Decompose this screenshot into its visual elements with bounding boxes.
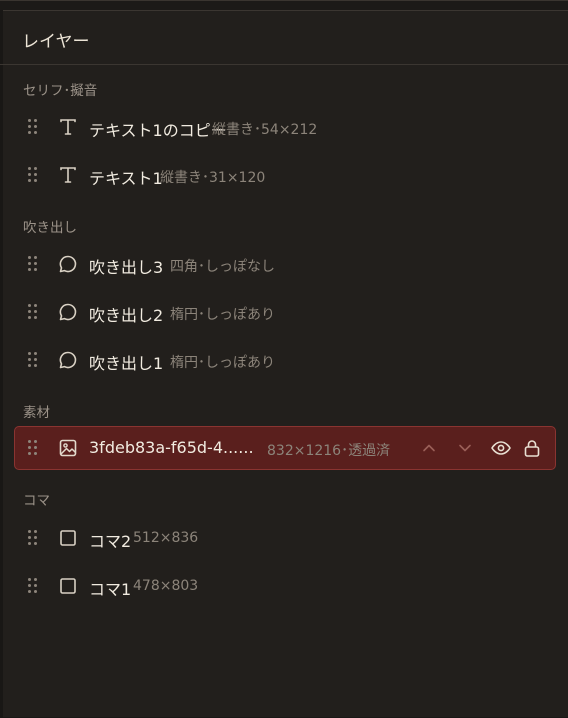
- layer-row-panel-2[interactable]: コマ2 512×836: [14, 516, 556, 560]
- speech-bubble-icon: [58, 302, 78, 322]
- layer-row-material-selected[interactable]: 3fdeb83a-f65d-4...... 832×1216･透過済: [14, 426, 556, 470]
- drag-handle-icon[interactable]: [28, 440, 38, 456]
- section-label-balloon: 吹き出し: [23, 220, 77, 236]
- drag-handle-icon[interactable]: [28, 352, 38, 368]
- layer-meta: 楕円･しっぽあり: [170, 355, 275, 371]
- layer-row-text[interactable]: テキスト1 縦書き･31×120: [14, 153, 556, 197]
- layers-panel: レイヤー セリフ･擬音 テキスト1のコピー 縦書き･54×212 テキスト1 縦…: [0, 0, 568, 718]
- square-icon: [58, 528, 78, 548]
- section-label-serif: セリフ･擬音: [23, 83, 98, 99]
- layer-meta: 楕円･しっぽあり: [170, 307, 275, 323]
- top-strip: [0, 1, 568, 11]
- speech-bubble-icon: [58, 350, 78, 370]
- drag-handle-icon[interactable]: [28, 167, 38, 183]
- text-icon: [58, 117, 78, 137]
- drag-handle-icon[interactable]: [28, 256, 38, 272]
- visibility-eye-icon[interactable]: [490, 437, 512, 459]
- layer-row-text-copy[interactable]: テキスト1のコピー 縦書き･54×212: [14, 105, 556, 149]
- layer-meta: 478×803: [133, 578, 199, 594]
- drag-handle-icon[interactable]: [28, 530, 38, 546]
- layer-row-balloon-2[interactable]: 吹き出し2 楕円･しっぽあり: [14, 290, 556, 334]
- speech-bubble-icon: [58, 254, 78, 274]
- drag-handle-icon[interactable]: [28, 119, 38, 135]
- drag-handle-icon[interactable]: [28, 304, 38, 320]
- layer-meta: 縦書き･31×120: [160, 170, 266, 186]
- layer-name: 吹き出し3: [89, 258, 164, 277]
- panel-header: レイヤー: [0, 11, 568, 65]
- layer-name: 吹き出し2: [89, 306, 164, 325]
- layer-name: テキスト1のコピー: [89, 121, 227, 140]
- layer-row-balloon-3[interactable]: 吹き出し3 四角･しっぽなし: [14, 242, 556, 286]
- text-icon: [58, 165, 78, 185]
- move-down-icon[interactable]: [454, 437, 476, 459]
- drag-handle-icon[interactable]: [28, 578, 38, 594]
- layer-name: コマ2: [89, 532, 132, 551]
- layer-meta: 512×836: [133, 530, 199, 546]
- layer-meta: 四角･しっぽなし: [170, 259, 275, 275]
- layer-name: 3fdeb83a-f65d-4......: [89, 438, 254, 457]
- section-label-panels: コマ: [23, 493, 50, 509]
- panel-edge: [0, 10, 3, 718]
- square-icon: [58, 576, 78, 596]
- layer-name: コマ1: [89, 580, 132, 599]
- image-icon: [58, 438, 78, 458]
- layer-row-balloon-1[interactable]: 吹き出し1 楕円･しっぽあり: [14, 338, 556, 382]
- panel-title: レイヤー: [22, 32, 90, 52]
- section-label-material: 素材: [23, 405, 50, 421]
- layer-name: テキスト1: [89, 169, 163, 188]
- layer-name: 吹き出し1: [89, 354, 164, 373]
- layer-meta: 縦書き･54×212: [212, 122, 318, 138]
- lock-icon[interactable]: [521, 437, 543, 459]
- move-up-icon[interactable]: [418, 437, 440, 459]
- layer-meta: 832×1216･透過済: [267, 443, 391, 459]
- layer-row-panel-1[interactable]: コマ1 478×803: [14, 564, 556, 608]
